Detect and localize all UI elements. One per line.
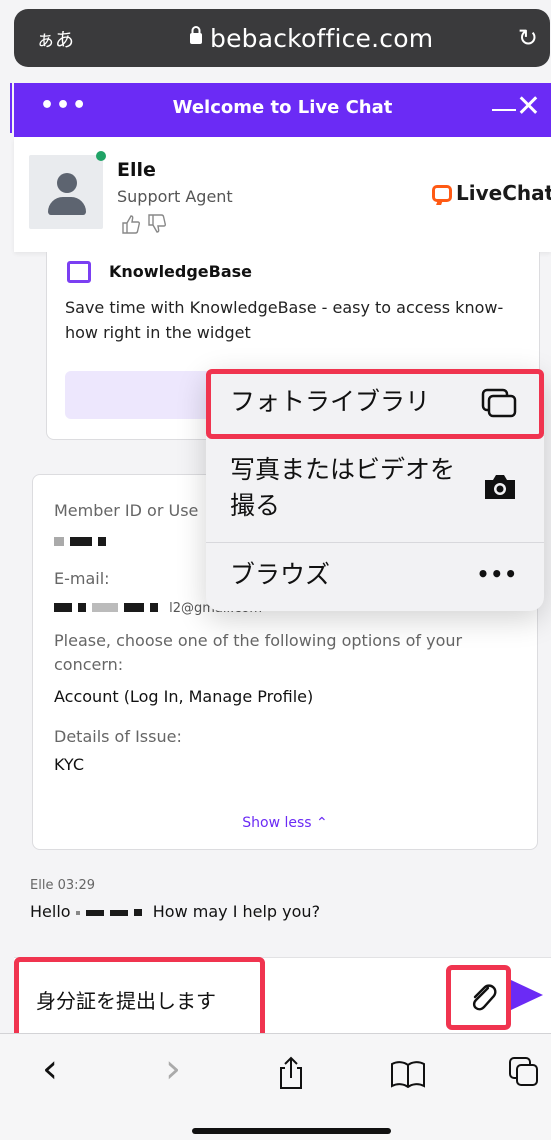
share-icon[interactable] [276, 1056, 306, 1090]
menu-item-take-photo[interactable]: 写真またはビデオを 撮る [206, 435, 544, 543]
minimize-icon[interactable] [492, 109, 516, 111]
text-size-button[interactable]: ぁあ [36, 25, 74, 52]
home-indicator [192, 1128, 391, 1134]
forward-icon[interactable]: › [165, 1046, 181, 1092]
member-id-label: Member ID or Use [54, 501, 199, 520]
close-icon[interactable]: ✕ [516, 89, 541, 124]
knowledgebase-title: KnowledgeBase [109, 262, 253, 281]
message-meta: Elle 03:29 [30, 878, 96, 893]
attach-button-highlight [446, 965, 511, 1030]
chat-header: ••• Welcome to Live Chat ✕ [14, 83, 551, 137]
url-domain[interactable]: bebackoffice.com [210, 24, 433, 53]
agent-card: Elle Support Agent LiveChat [14, 137, 551, 252]
safari-toolbar: ‹ › [0, 1033, 551, 1140]
agent-message: Hello How may I help you? [30, 902, 320, 921]
send-icon[interactable] [511, 980, 543, 1010]
show-less-link[interactable]: Show less ⌃ [33, 815, 537, 831]
take-photo-label-line2: 撮る [230, 491, 281, 520]
agent-role: Support Agent [117, 187, 233, 206]
bookmarks-icon[interactable] [390, 1060, 426, 1088]
concern-value: Account (Log In, Manage Profile) [54, 687, 314, 706]
thumbs-up-icon[interactable] [120, 213, 142, 235]
browse-label: ブラウズ [230, 560, 331, 589]
message-input-highlight [14, 957, 265, 1043]
header-accent-line [10, 83, 12, 133]
concern-label: Please, choose one of the following opti… [54, 631, 463, 674]
take-photo-label-line1: 写真またはビデオを [230, 455, 456, 484]
greeting-start: Hello [30, 902, 71, 921]
photo-library-highlight [206, 369, 544, 439]
menu-item-browse[interactable]: ブラウズ ••• [206, 542, 544, 611]
lock-icon [190, 26, 202, 44]
member-id-redacted [54, 531, 112, 550]
online-status-dot [96, 151, 106, 161]
back-icon[interactable]: ‹ [42, 1046, 58, 1092]
livechat-bubble-icon [432, 184, 452, 202]
details-value: KYC [54, 755, 84, 774]
livechat-logo: LiveChat [432, 181, 551, 205]
address-bar[interactable]: ぁあ bebackoffice.com ↻ [14, 9, 550, 67]
chat-title: Welcome to Live Chat [172, 97, 393, 118]
avatar [29, 155, 103, 229]
details-label: Details of Issue: [54, 727, 182, 746]
greeting-end: How may I help you? [152, 902, 321, 921]
reload-icon[interactable]: ↻ [518, 24, 538, 52]
avatar-body [48, 197, 86, 215]
knowledgebase-description: Save time with KnowledgeBase - easy to a… [65, 298, 504, 342]
tabs-icon[interactable] [508, 1056, 540, 1088]
thumbs-down-icon[interactable] [146, 213, 168, 235]
camera-icon [485, 475, 515, 499]
agent-name: Elle [117, 159, 156, 181]
brand-name: LiveChat [456, 181, 551, 205]
email-label: E-mail: [54, 569, 110, 588]
knowledgebase-icon [67, 261, 91, 283]
avatar-head [57, 173, 77, 193]
more-icon: ••• [476, 562, 518, 586]
